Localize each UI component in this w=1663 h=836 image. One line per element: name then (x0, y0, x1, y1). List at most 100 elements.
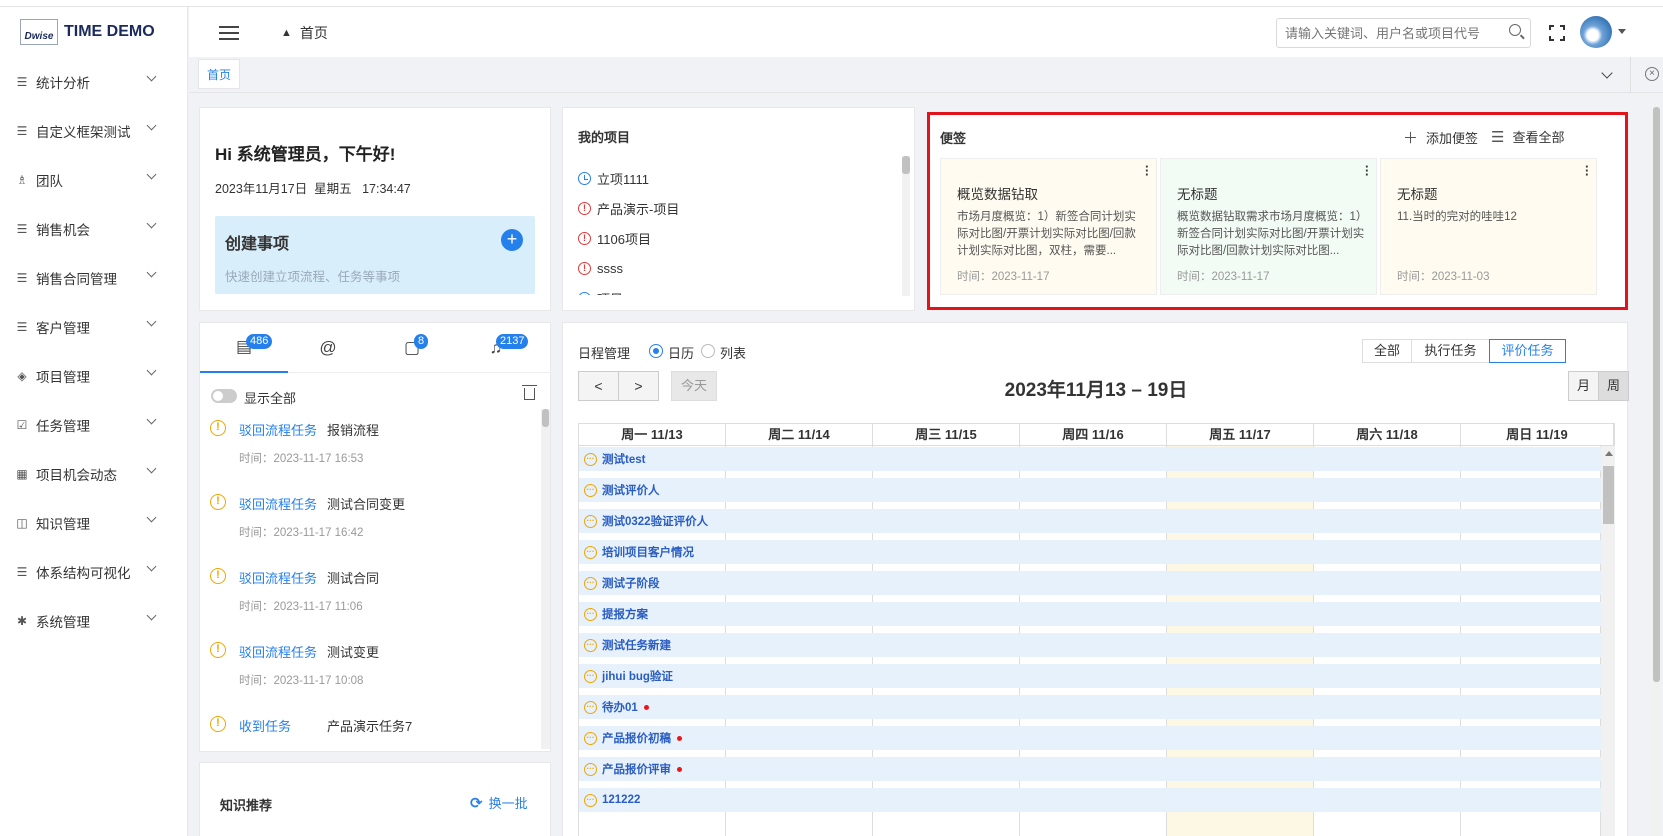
more-options-icon[interactable]: · · · (1585, 160, 1589, 181)
message-type[interactable]: 驳回流程任务 (239, 420, 317, 439)
sidebar-item[interactable]: ▦ 项目机会动态 (0, 449, 187, 498)
message-tab[interactable]: @ (284, 323, 372, 373)
menu-toggle-icon[interactable] (219, 26, 239, 40)
filter-button[interactable]: 评价任务 (1489, 339, 1566, 363)
list-icon: ☰ (16, 564, 28, 579)
page-scrollbar[interactable] (1652, 107, 1661, 836)
message-list-scrollbar[interactable] (541, 409, 550, 749)
calendar-event[interactable]: ··· 测试任务新建 (579, 633, 1601, 657)
list-view-radio[interactable] (701, 344, 715, 358)
logo[interactable]: Dwise TIME DEMO (0, 7, 187, 57)
project-name[interactable]: 1106项目 (597, 229, 651, 248)
sidebar-item[interactable]: ☰ 销售机会 (0, 204, 187, 253)
project-name[interactable]: 立项1111 (597, 169, 649, 188)
more-icon: ··· (584, 514, 597, 528)
project-list-scrollbar[interactable] (902, 156, 910, 296)
sidebar-item[interactable]: ◫ 知识管理 (0, 498, 187, 547)
project-name[interactable]: 项目 (597, 289, 623, 296)
search-input[interactable] (1276, 18, 1531, 48)
message-type[interactable]: 驳回流程任务 (239, 494, 317, 513)
message-item[interactable]: ! 驳回流程任务 测试合同变更 时间：2023-11-17 16:42 (210, 492, 520, 566)
unread-dot (677, 766, 682, 772)
project-item[interactable]: ! ssss (578, 253, 898, 283)
fullscreen-icon[interactable] (1549, 25, 1565, 41)
warning-icon: ! (578, 261, 591, 275)
note-card[interactable]: · · · 无标题 11.当时的完对的哇哇12 时间：2023-11-03 (1380, 158, 1597, 295)
project-name[interactable]: 产品演示-项目 (597, 199, 679, 218)
calendar-event[interactable]: ··· jihui bug验证 (579, 664, 1601, 688)
message-tab[interactable]: ▤ 486 (200, 323, 288, 373)
calendar-event[interactable]: ··· 产品报价评审 (579, 757, 1601, 781)
greeting-title: Hi 系统管理员，下午好! (215, 145, 396, 164)
week-view-button[interactable]: 周 (1598, 371, 1629, 401)
more-options-icon[interactable]: · · · (1365, 160, 1369, 181)
chevron-down-icon[interactable] (1601, 67, 1613, 79)
filter-button[interactable]: 执行任务 (1411, 339, 1490, 363)
sidebar-item[interactable]: ☰ 体系结构可视化 (0, 547, 187, 596)
view-all-notes-button[interactable]: ☰ 查看全部 (1491, 127, 1564, 146)
message-type[interactable]: 驳回流程任务 (239, 642, 317, 661)
calendar-event[interactable]: ··· 待办01 (579, 695, 1601, 719)
calendar-scrollbar[interactable] (1601, 446, 1615, 836)
show-all-toggle[interactable] (211, 389, 237, 403)
calendar-event[interactable]: ··· 测试评价人 (579, 478, 1601, 502)
search-icon[interactable] (1509, 24, 1521, 36)
unread-dot (643, 704, 649, 710)
project-item[interactable]: 立项1111 (578, 163, 898, 193)
calendar-event[interactable]: ··· 产品报价初稿 (579, 726, 1601, 750)
sidebar-item[interactable]: ◈ 项目管理 (0, 351, 187, 400)
sidebar-item[interactable]: ✱ 系统管理 (0, 596, 187, 645)
create-item-button[interactable]: + (501, 229, 523, 251)
calendar-event[interactable]: ··· 测试0322验证评价人 (579, 509, 1601, 533)
my-projects-panel: 我的项目 立项1111! 产品演示-项目! 1106项目! ssss 项目 (562, 107, 915, 311)
message-item[interactable]: ! 收到任务 产品演示任务7 时间：2023-11-17 09:50 (210, 714, 520, 748)
message-item[interactable]: ! 驳回流程任务 测试变更 时间：2023-11-17 10:08 (210, 640, 520, 714)
message-tabs: ▤ 486 @ ▢ 8 ♫ 2137 (200, 323, 552, 373)
calendar-event[interactable]: ··· 测试子阶段 (579, 571, 1601, 595)
month-view-button[interactable]: 月 (1568, 371, 1599, 401)
avatar[interactable] (1580, 16, 1612, 48)
project-item[interactable]: 项目 (578, 283, 898, 295)
note-card[interactable]: · · · 无标题 概览数据钻取需求市场月度概览：1）新签合同计划实际对比图/开票计划实… (1160, 158, 1377, 295)
sidebar-item[interactable]: ☰ 销售合同管理 (0, 253, 187, 302)
tab-home[interactable]: 首页 (198, 59, 241, 89)
more-icon: ··· (584, 669, 597, 683)
calendar-event[interactable]: ··· 培训项目客户情况 (579, 540, 1601, 564)
calendar-event[interactable]: ··· 121222 (579, 788, 1601, 812)
count-badge: 486 (246, 334, 273, 349)
project-name[interactable]: ssss (597, 261, 623, 276)
message-tab[interactable]: ▢ 8 (368, 323, 456, 373)
close-icon[interactable]: × (1645, 67, 1659, 81)
sidebar-item[interactable]: ☰ 客户管理 (0, 302, 187, 351)
message-item[interactable]: ! 驳回流程任务 报销流程 时间：2023-11-17 16:53 (210, 418, 520, 492)
greeting-weekday: 星期五 (314, 182, 352, 196)
message-tab[interactable]: ♫ 2137 (452, 323, 540, 373)
calendar-event[interactable]: ··· 测试test (579, 447, 1601, 471)
sidebar-item[interactable]: ♗ 团队 (0, 155, 187, 204)
filter-button[interactable]: 全部 (1362, 339, 1412, 363)
layers-icon: ◈ (17, 368, 27, 383)
trash-icon[interactable] (522, 385, 537, 400)
calendar-event[interactable]: ··· 提报方案 (579, 602, 1601, 626)
more-options-icon[interactable]: · · · (1145, 160, 1149, 181)
calendar-view-radio[interactable] (649, 344, 663, 358)
project-item[interactable]: ! 1106项目 (578, 223, 898, 253)
message-type[interactable]: 收到任务 (239, 716, 291, 735)
note-title: 无标题 (1177, 187, 1218, 202)
project-item[interactable]: ! 产品演示-项目 (578, 193, 898, 223)
breadcrumb[interactable]: ▲ 首页 (281, 23, 328, 43)
refresh-button[interactable]: ⟳ 换一批 (470, 793, 528, 812)
more-icon: ··· (584, 607, 597, 621)
message-text: 报销流程 (327, 423, 380, 438)
message-item[interactable]: ! 驳回流程任务 测试合同 时间：2023-11-17 11:06 (210, 566, 520, 640)
sidebar-item[interactable]: ☰ 统计分析 (0, 57, 187, 106)
chevron-down-icon[interactable] (1618, 29, 1626, 34)
add-note-button[interactable]: ＋ 添加便签 (1403, 127, 1478, 148)
sidebar-item[interactable]: ☑ 任务管理 (0, 400, 187, 449)
event-label: 产品报价初稿 (602, 733, 671, 745)
create-item-card[interactable]: 创建事项 快速创建立项流程、任务等事项 + (215, 216, 535, 294)
note-card[interactable]: · · · 概览数据钻取 市场月度概览：1）新签合同计划实际对比图/开票计划实际对比图/… (940, 158, 1157, 295)
more-icon: ··· (584, 452, 597, 466)
message-type[interactable]: 驳回流程任务 (239, 568, 317, 587)
sidebar-item[interactable]: ☰ 自定义框架测试 (0, 106, 187, 155)
